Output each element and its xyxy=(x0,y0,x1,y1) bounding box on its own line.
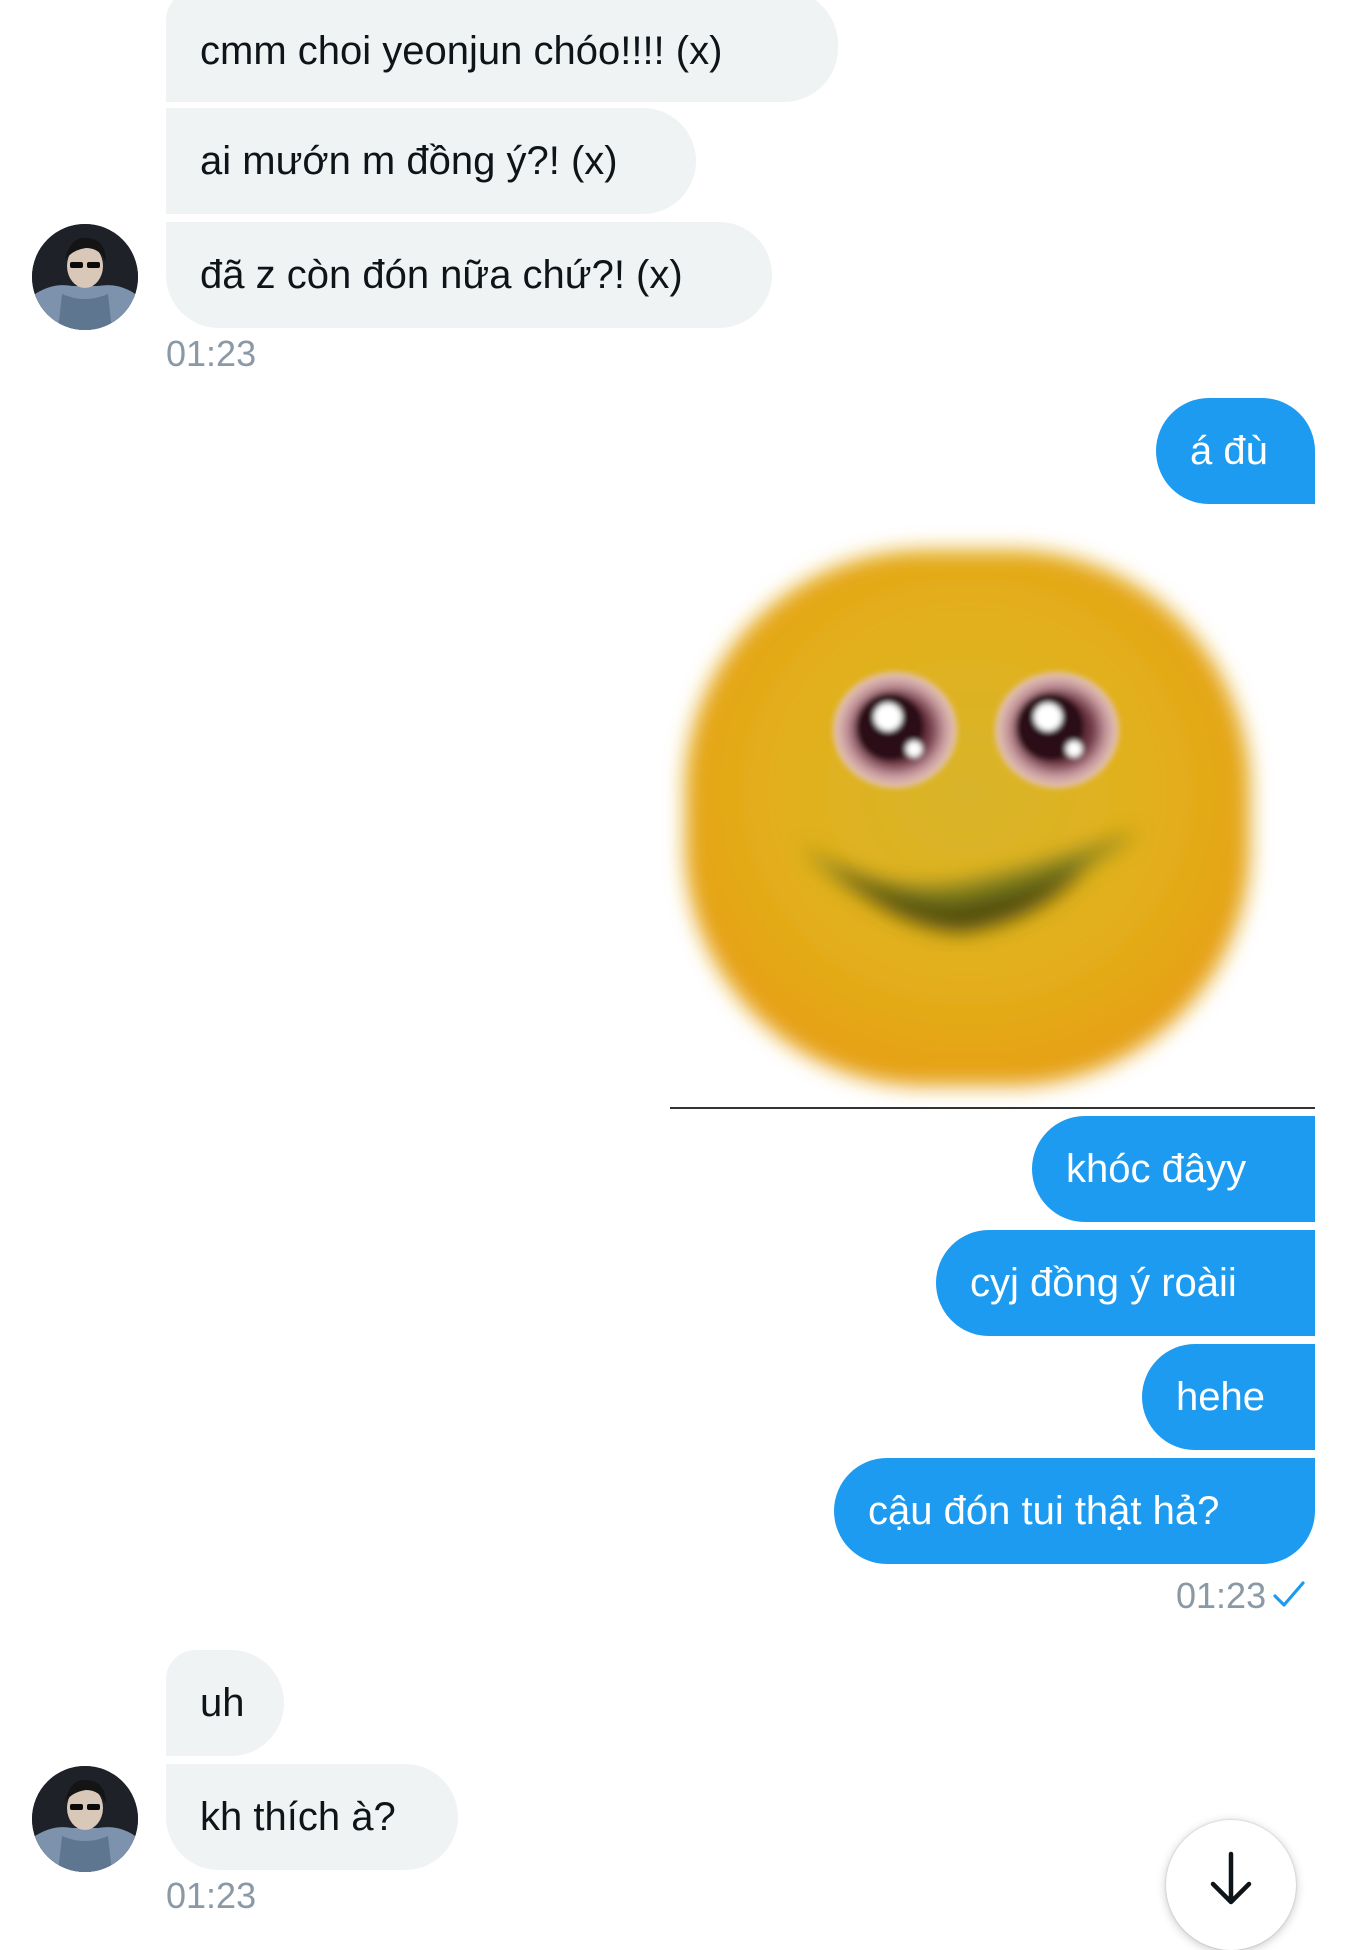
message-text: cyj đồng ý roàii xyxy=(970,1261,1237,1305)
message-text: cmm choi yeonjun chóo!!!! (x) xyxy=(200,29,723,73)
message-timestamp: 01:23 xyxy=(166,333,257,374)
incoming-message[interactable]: uh xyxy=(166,1650,284,1756)
smiling-blurry-emoji-sticker xyxy=(620,512,1315,1108)
message-timestamp: 01:23 xyxy=(1176,1575,1267,1616)
avatar-photo xyxy=(32,224,138,330)
sticker-image[interactable] xyxy=(620,512,1315,1108)
check-icon xyxy=(1272,1580,1306,1615)
outgoing-message[interactable]: hehe xyxy=(1142,1344,1315,1450)
message-text: khóc đâyy xyxy=(1066,1147,1247,1191)
scroll-to-bottom-button[interactable] xyxy=(1166,1820,1296,1950)
incoming-message[interactable]: ai mướn m đồng ý?! (x) xyxy=(166,108,696,214)
avatar-photo xyxy=(32,1766,138,1872)
incoming-message[interactable]: đã z còn đón nữa chứ?! (x) xyxy=(166,222,772,328)
message-timestamp: 01:23 xyxy=(166,1875,257,1916)
avatar[interactable] xyxy=(32,1766,138,1872)
message-text: ai mướn m đồng ý?! (x) xyxy=(200,139,618,183)
outgoing-message[interactable]: cậu đón tui thật hả? xyxy=(834,1458,1315,1564)
message-text: kh thích à? xyxy=(200,1795,396,1839)
message-text: cậu đón tui thật hả? xyxy=(868,1489,1220,1533)
outgoing-message[interactable]: á đù xyxy=(1156,398,1315,504)
message-text: hehe xyxy=(1176,1375,1265,1419)
message-text: uh xyxy=(200,1681,245,1725)
outgoing-message[interactable]: khóc đâyy xyxy=(1032,1116,1315,1222)
arrow-down-icon xyxy=(1210,1851,1252,1905)
message-text: á đù xyxy=(1190,429,1268,473)
incoming-message[interactable]: cmm choi yeonjun chóo!!!! (x) xyxy=(166,0,838,102)
avatar[interactable] xyxy=(32,224,138,330)
incoming-message[interactable]: kh thích à? xyxy=(166,1764,458,1870)
divider xyxy=(670,1107,1315,1109)
outgoing-message[interactable]: cyj đồng ý roàii xyxy=(936,1230,1315,1336)
message-text: đã z còn đón nữa chứ?! (x) xyxy=(200,253,683,297)
